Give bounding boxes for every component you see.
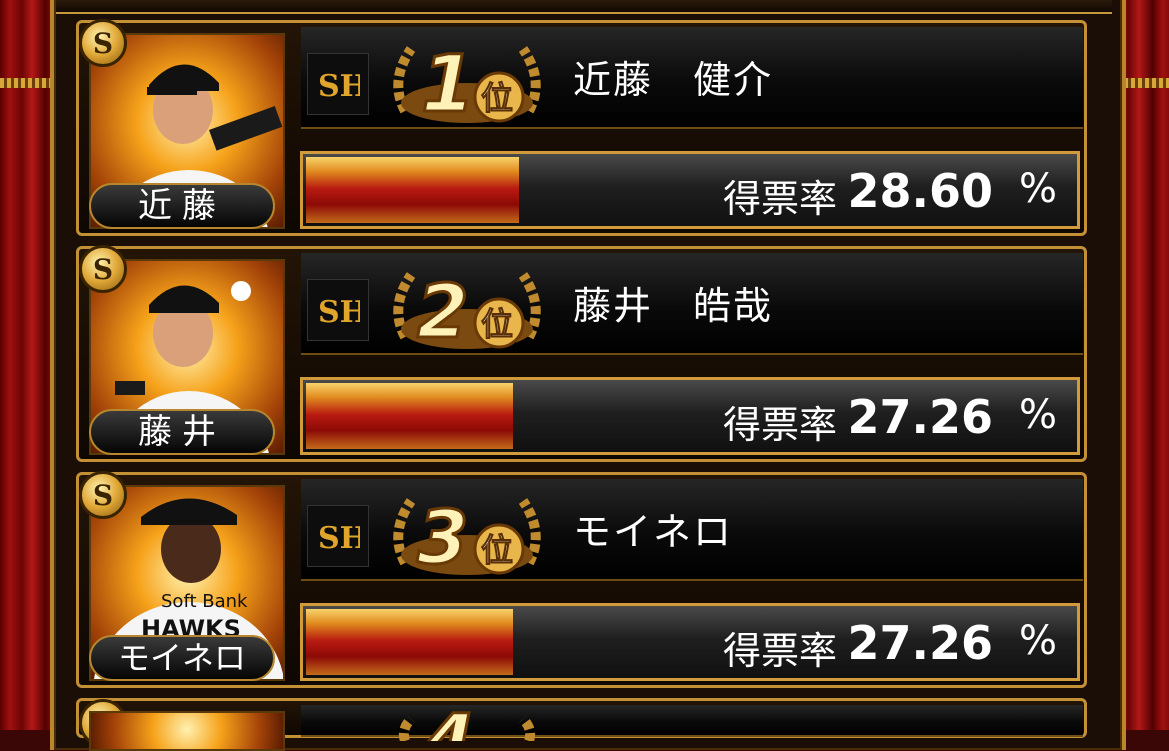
vote-rate-unit: % [1018,392,1057,438]
grade-s-badge: S [79,245,127,293]
svg-text:Soft Bank: Soft Bank [161,591,248,612]
ranking-card-2[interactable]: S 藤井 SH 2 位 藤井 皓哉 得票率 27.26 % [76,245,1087,462]
grade-s-badge: S [79,471,127,519]
svg-text:位: 位 [481,79,513,117]
vote-rate-bar: 得票率 27.26 % [300,603,1080,681]
curtain-fringe-left [0,78,50,88]
svg-text:SH: SH [318,69,360,104]
vote-rate-value: 28.60 [847,164,993,218]
vote-rate-fill [306,609,513,675]
vote-rate-label: 得票率 [722,629,837,673]
vote-rate-label: 得票率 [722,177,837,221]
hawks-team-logo-icon: SH [307,279,369,341]
svg-text:位: 位 [481,531,513,569]
svg-text:3: 3 [417,495,469,581]
player-portrait-partial [89,711,285,751]
player-nameplate: 近藤 [89,183,275,229]
vote-rate-fill [306,157,519,223]
svg-text:SH: SH [318,521,360,556]
hawks-team-logo-icon: SH [307,505,369,567]
player-name: 近藤 健介 [573,58,774,102]
grade-s-badge: S [79,19,127,67]
vote-rate-unit: % [1018,618,1057,664]
vote-rate-bar: 得票率 28.60 % [300,151,1080,229]
vote-rate-value: 27.26 [847,390,993,444]
vote-rate-label: 得票率 [722,403,837,447]
ranking-card-1[interactable]: S 近藤 SH 1 位 近藤 健介 得票率 28.60 % [76,19,1087,236]
svg-text:SH: SH [318,295,360,330]
rank-badge-laurel-icon: 2 位 [387,259,547,357]
panel-header-strip [56,0,1112,14]
rank-badge-laurel-icon: 1 位 [387,33,547,132]
rank-badge-laurel-icon: 3 位 [387,485,547,583]
player-name: モイネロ [573,510,734,554]
svg-text:位: 位 [481,305,513,343]
ranking-card-3[interactable]: Soft Bank HAWKS S モイネロ SH 3 位 モイネロ 得票率 2… [76,471,1087,688]
vote-rate-bar: 得票率 27.26 % [300,377,1080,455]
hawks-team-logo-icon: SH [307,53,369,115]
rank-badge-laurel-icon: 4 [387,711,547,741]
svg-text:4: 4 [422,711,475,741]
ranking-card-4-partial[interactable]: S 4 [76,698,1087,751]
vote-rate-value: 27.26 [847,616,993,670]
player-nameplate: モイネロ [89,635,275,681]
player-nameplate: 藤井 [89,409,275,455]
svg-text:1: 1 [421,40,475,129]
player-name: 藤井 皓哉 [573,284,774,328]
vote-rate-unit: % [1018,166,1057,212]
svg-text:2: 2 [417,269,469,355]
vote-rate-fill [306,383,513,449]
